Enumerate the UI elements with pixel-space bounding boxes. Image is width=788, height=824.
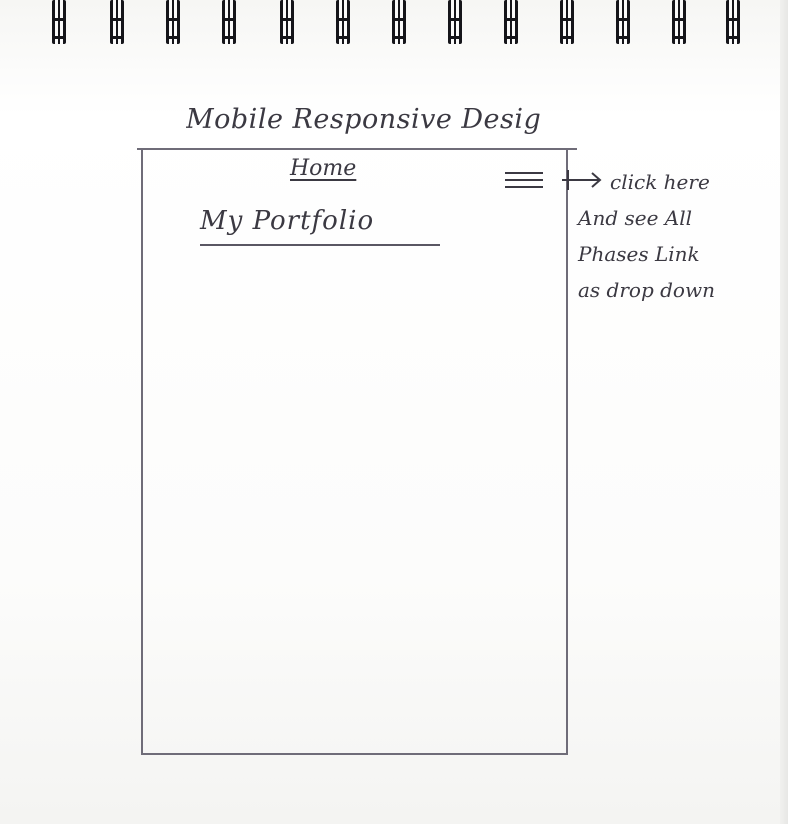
spiral-ring <box>392 0 406 44</box>
annotation-line: as drop down <box>578 278 715 302</box>
spiral-ring <box>110 0 124 44</box>
spiral-ring <box>222 0 236 44</box>
page-edge <box>780 0 788 824</box>
spiral-ring <box>336 0 350 44</box>
spiral-ring <box>560 0 574 44</box>
brand-title: My Portfolio <box>200 206 375 236</box>
spiral-binding <box>48 0 748 48</box>
annotation-line: click here <box>610 170 710 194</box>
spiral-ring <box>504 0 518 44</box>
annotation-line: Phases Link <box>578 242 700 266</box>
sketch-title: Mobile Responsive Desig <box>186 104 542 135</box>
hamburger-menu-icon[interactable] <box>505 170 545 190</box>
spiral-ring <box>616 0 630 44</box>
brand-underline <box>200 244 440 246</box>
spiral-ring <box>52 0 66 44</box>
spiral-ring <box>672 0 686 44</box>
nav-home-link[interactable]: Home <box>290 156 356 181</box>
spiral-ring <box>166 0 180 44</box>
annotation-note: click here And see All Phases Link as dr… <box>578 164 778 308</box>
mobile-screen-frame <box>137 148 577 755</box>
spiral-ring <box>280 0 294 44</box>
spiral-ring <box>448 0 462 44</box>
annotation-line: And see All <box>578 206 693 230</box>
spiral-ring <box>726 0 740 44</box>
